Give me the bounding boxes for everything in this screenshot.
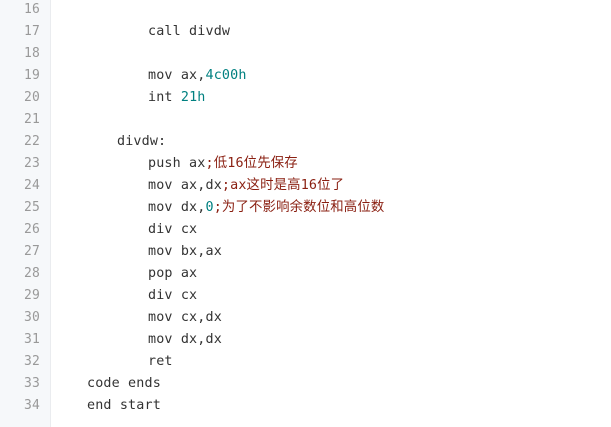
line-number: 31 bbox=[23, 332, 40, 347]
code-comment: ;ax这时是高16位了 bbox=[221, 178, 345, 193]
line-text: int 21h bbox=[148, 87, 206, 109]
code-token: divdw: bbox=[117, 134, 167, 149]
line-text: div cx bbox=[148, 219, 197, 241]
line-text: mov ax,4c00h bbox=[148, 65, 247, 87]
code-line: 34 end start bbox=[0, 395, 611, 417]
code-line: 18 bbox=[0, 43, 611, 65]
code-line: 32 ret bbox=[0, 351, 611, 373]
line-text: mov dx,dx bbox=[148, 329, 222, 351]
line-number: 19 bbox=[23, 68, 40, 83]
line-number: 17 bbox=[23, 24, 40, 39]
code-line: 30 mov cx,dx bbox=[0, 307, 611, 329]
line-number: 33 bbox=[23, 376, 40, 391]
code-number-literal: 0 bbox=[205, 200, 214, 215]
code-token: mov ax, bbox=[148, 68, 206, 83]
code-line: 26 div cx bbox=[0, 219, 611, 241]
line-number: 20 bbox=[23, 90, 40, 105]
code-line: 24 mov ax,dx;ax这时是高16位了 bbox=[0, 175, 611, 197]
code-comment: ;为了不影响余数位和高位数 bbox=[213, 200, 385, 215]
code-token: pop ax bbox=[148, 266, 198, 281]
code-line: 21 bbox=[0, 109, 611, 131]
line-text: ret bbox=[148, 351, 173, 373]
code-token: mov dx, bbox=[148, 200, 206, 215]
line-number: 22 bbox=[23, 134, 40, 149]
line-text: code ends bbox=[87, 373, 161, 395]
line-number: 28 bbox=[23, 266, 40, 281]
line-text: mov dx,0;为了不影响余数位和高位数 bbox=[148, 197, 384, 219]
line-number: 24 bbox=[23, 178, 40, 193]
line-number: 29 bbox=[23, 288, 40, 303]
code-comment: ;低16位先保存 bbox=[205, 156, 298, 171]
line-text: div cx bbox=[148, 285, 197, 307]
line-text: end start bbox=[87, 395, 161, 417]
code-line: 20 int 21h bbox=[0, 87, 611, 109]
line-number: 21 bbox=[23, 112, 40, 127]
code-view: 16 17 call divdw 18 19 mov ax,4c00h 20 int 21h 2… bbox=[0, 0, 611, 427]
code-line: 33 code ends bbox=[0, 373, 611, 395]
line-number: 18 bbox=[23, 46, 40, 61]
code-token: mov bx,ax bbox=[148, 244, 222, 259]
line-text: divdw: bbox=[117, 131, 166, 153]
line-number: 32 bbox=[23, 354, 40, 369]
line-number: 16 bbox=[23, 2, 40, 17]
code-token: mov ax,dx bbox=[148, 178, 222, 193]
line-text: mov bx,ax bbox=[148, 241, 222, 263]
code-line: 29 div cx bbox=[0, 285, 611, 307]
line-number: 25 bbox=[23, 200, 40, 215]
code-line: 31 mov dx,dx bbox=[0, 329, 611, 351]
line-number: 34 bbox=[23, 398, 40, 413]
code-line: 22 divdw: bbox=[0, 131, 611, 153]
code-token: mov dx,dx bbox=[148, 332, 222, 347]
code-token: mov cx,dx bbox=[148, 310, 222, 325]
line-number: 26 bbox=[23, 222, 40, 237]
code-line: 23 push ax;低16位先保存 bbox=[0, 153, 611, 175]
code-token: end start bbox=[87, 398, 161, 413]
code-token: div cx bbox=[148, 222, 198, 237]
line-number: 23 bbox=[23, 156, 40, 171]
line-text: pop ax bbox=[148, 263, 197, 285]
code-line: 19 mov ax,4c00h bbox=[0, 65, 611, 87]
line-text: push ax;低16位先保存 bbox=[148, 153, 298, 175]
code-lines: 16 17 call divdw 18 19 mov ax,4c00h 20 int 21h 2… bbox=[0, 0, 611, 417]
line-number: 30 bbox=[23, 310, 40, 325]
code-number-literal: 21h bbox=[180, 90, 206, 105]
line-number: 27 bbox=[23, 244, 40, 259]
code-token: div cx bbox=[148, 288, 198, 303]
line-text: call divdw bbox=[148, 21, 230, 43]
code-token: code ends bbox=[87, 376, 161, 391]
code-line: 28 pop ax bbox=[0, 263, 611, 285]
code-line: 16 bbox=[0, 0, 611, 21]
code-token: int bbox=[148, 90, 181, 105]
line-text: mov cx,dx bbox=[148, 307, 222, 329]
code-token: ret bbox=[148, 354, 173, 369]
code-line: 25 mov dx,0;为了不影响余数位和高位数 bbox=[0, 197, 611, 219]
code-line: 27 mov bx,ax bbox=[0, 241, 611, 263]
line-text: mov ax,dx;ax这时是高16位了 bbox=[148, 175, 344, 197]
code-token: call divdw bbox=[148, 24, 231, 39]
code-number-literal: 4c00h bbox=[205, 68, 247, 83]
code-line: 17 call divdw bbox=[0, 21, 611, 43]
code-token: push ax bbox=[148, 156, 206, 171]
